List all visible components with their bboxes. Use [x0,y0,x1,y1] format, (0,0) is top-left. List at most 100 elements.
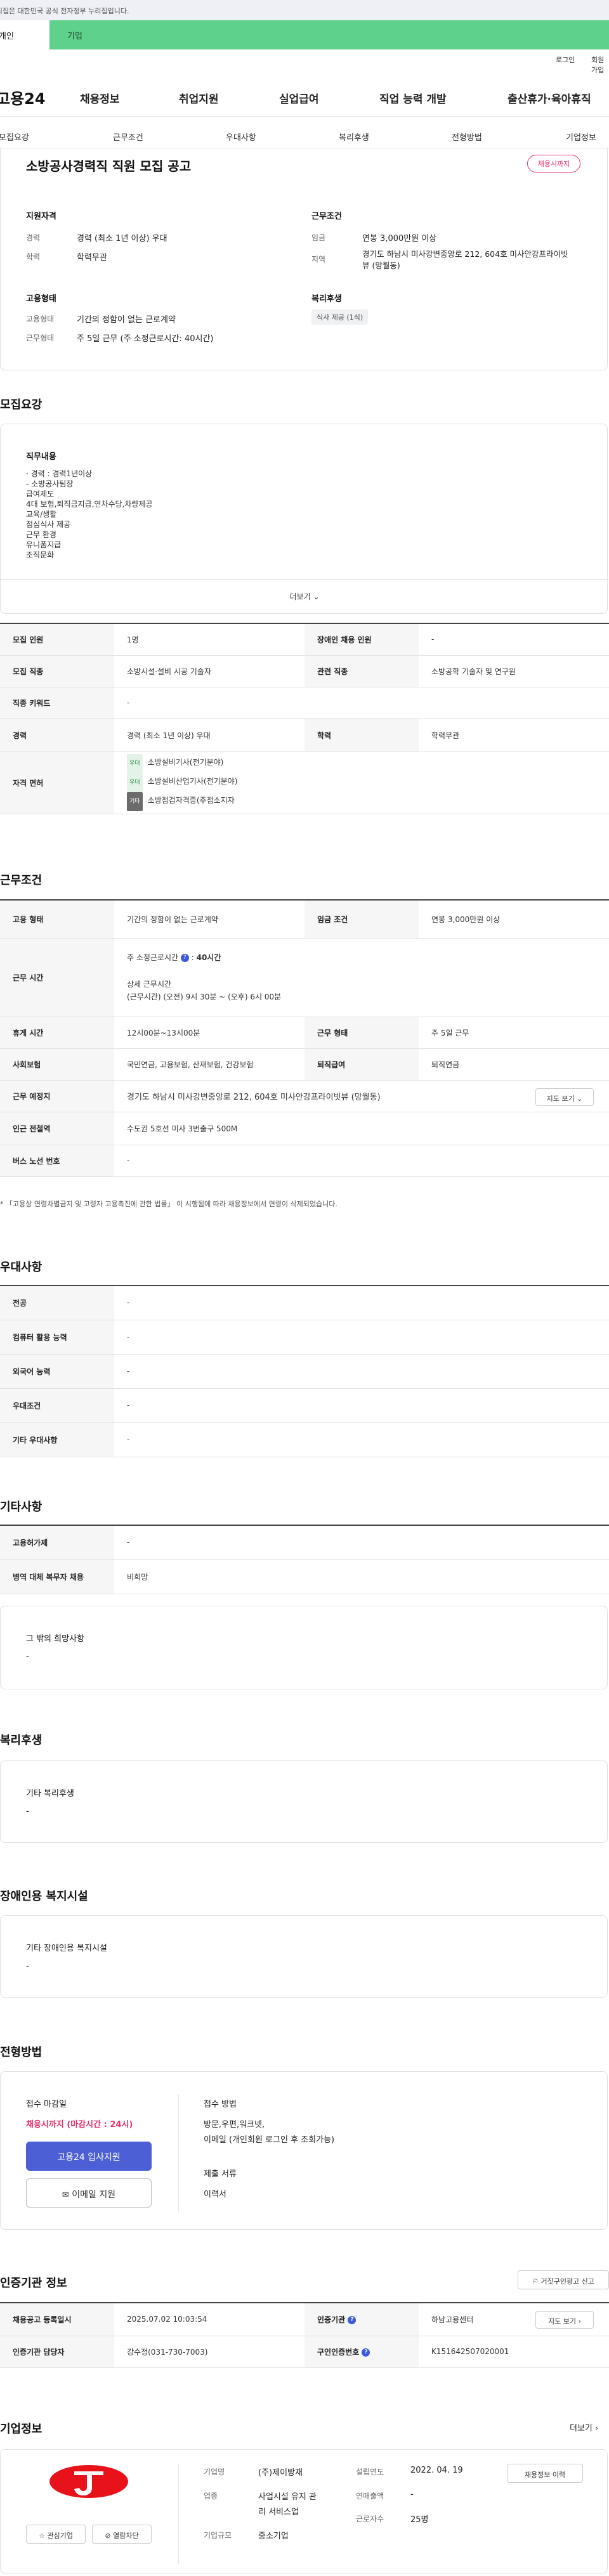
org-map-label: 지도 보기 [548,2317,577,2326]
welfare-title: 복리후생 [311,294,342,304]
company-emp-key: 근로자수 [356,2514,384,2523]
work-time-detail-title: 상세 근무시간 [127,980,172,989]
history-button[interactable]: 채용정보 이력 [507,2464,583,2483]
company-name-key: 기업명 [204,2468,225,2476]
divider [178,2095,179,2211]
more-button[interactable]: 더보기 ⌄ [1,579,608,615]
job-title: 소방공사경력직 직원 모집 공고 [26,159,192,174]
subnav-welfare[interactable]: 복리후생 [339,131,369,143]
no-key-label: 구인인증번호 [317,2347,360,2357]
wage-value: 연봉 3,000만원 이상 [362,234,437,244]
license-tag: 우대 [127,754,143,773]
subnav-selection[interactable]: 전형방법 [452,131,482,143]
company-card: ☆ 관심기업 ⊘ 열람차단 기업명 (주)제이방재 업종 사업시설 유지 관 리… [0,2449,608,2573]
duty-line: 근무 환경 [26,530,56,539]
divider [178,2464,179,2564]
star-icon: ☆ [39,2532,45,2540]
org-key-label: 인증기관 [317,2315,346,2324]
disability-title: 기타 장애인용 복지시설 [26,1944,107,1953]
emptype-key: 고용형태 [26,315,55,323]
work-time-cell: 주 소정근로시간 ? : 40시간 상세 근무시간 (근무시간) (오전) 9시… [114,938,609,1017]
work-time-hours: 40시간 [196,953,221,962]
table-value: 국민연금, 고용보험, 산재보험, 건강보험 [114,1048,304,1081]
docs-value: 이력서 [204,2190,226,2199]
block-company-button[interactable]: ⊘ 열람차단 [92,2525,152,2544]
help-icon[interactable]: ? [348,2315,357,2324]
pref-section-title: 우대사항 [0,1261,43,1274]
more-label: 더보기 [289,592,311,601]
chevron-right-icon: › [578,2317,581,2326]
duty-line: 유니폼지급 [26,540,62,549]
table-value: 강수정(031-730-7003) [114,2336,304,2368]
subnav-company[interactable]: 기업정보 [566,131,596,143]
table-value: 학력무관 [419,719,609,752]
mail-icon: ✉ [62,2190,69,2200]
join-link[interactable]: 회원가입 [591,55,609,75]
company-more-link[interactable]: 더보기 › [570,2421,598,2433]
company-biz-key: 업종 [204,2492,218,2501]
disability-section-title: 장애인용 복지시설 [0,1890,88,1903]
duty-list: · 경력 : 경력1년이상 - 소방공사팀장 급여제도 4대 보험,퇴직금지급,… [26,469,153,560]
gnb-item-leave[interactable]: 출산휴가·육아휴직 [508,90,591,106]
email-apply-button[interactable]: ✉ 이메일 지원 [26,2178,152,2208]
tab-individual[interactable]: 개인 [0,20,49,49]
table-key: 버스 노선 번호 [0,1145,114,1177]
company-est-value: 2022. 04. 19 [410,2466,463,2475]
emptype-value: 기간의 정함이 없는 근로계약 [77,315,176,325]
help-icon[interactable]: ? [362,2348,370,2357]
gnb-item-jobs[interactable]: 채용정보 [80,90,120,106]
conditions-table: 고용 형태 기간의 정함이 없는 근로계약 임금 조건 연봉 3,000만원 이상 근… [0,899,609,1177]
favorite-company-button[interactable]: ☆ 관심기업 [26,2525,86,2544]
table-key: 전공 [0,1285,114,1320]
deadline-value: 채용시까지 (마감시간 : 24시) [26,2120,133,2130]
gnb-item-training[interactable]: 직업 능력 개발 [379,90,447,106]
subnav-conditions[interactable]: 근무조건 [113,131,143,143]
table-key: 고용허가제 [0,1525,114,1560]
table-value: K151642507020001 [419,2336,609,2368]
site-logo[interactable]: 고용24 [0,86,46,108]
map-button[interactable]: 지도 보기 ⌄ [535,1088,594,1106]
table-value: 소방시설·설비 시공 기술자 [114,655,304,687]
table-value: - [114,1422,609,1457]
table-value: - [114,687,609,719]
emp-title: 고용형태 [26,294,56,304]
disability-card: 기타 장애인용 복지시설 - [0,1915,608,1998]
table-key: 외국어 능력 [0,1354,114,1389]
login-link[interactable]: 로그인 [556,55,575,65]
recruit-table: 모집 인원 1명 장애인 채용 인원 - 모집 직종 소방시설·설비 시공 기술자 관련 … [0,623,609,814]
license-item: 우대 소방설비산업기사(전기분야) [127,773,609,792]
gnb-item-unemployment[interactable]: 실업급여 [279,90,319,106]
report-button[interactable]: ⚐ 거짓구인광고 신고 [518,2270,609,2289]
table-key: 인증기관 담당자 [0,2336,114,2368]
table-key: 학력 [304,719,419,752]
apply-button[interactable]: 고용24 입사지원 [26,2142,152,2171]
license-item: 기타 소방점검자격증(주점소지자 [127,792,609,811]
table-value: 연봉 3,000만원 이상 [419,900,609,939]
tab-company-label: 기업 [67,32,82,41]
license-tag: 기타 [127,792,143,811]
gov-banner: 이 누리집은 대한민국 공식 전자정부 누리집입니다. [0,0,609,20]
subnav-preference[interactable]: 우대사항 [226,131,256,143]
help-icon[interactable]: ? [180,954,189,962]
other-wishes-title: 그 밖의 희망사항 [26,1634,84,1644]
work-time-main: 주 소정근로시간 ? : 40시간 [127,953,221,962]
table-key: 직종 키워드 [0,687,114,719]
subnav-recruit[interactable]: 모집요강 [0,131,29,143]
report-button-label: 거짓구인광고 신고 [540,2277,594,2286]
table-value: - [419,623,609,656]
table-key: 모집 인원 [0,623,114,656]
tab-company[interactable]: 기업 [49,20,609,49]
org-map-button[interactable]: 지도 보기 › [535,2311,594,2329]
conditions-section-title: 근무조건 [0,874,43,887]
place-cell: 경기도 하남시 미사강변중앙로 212, 604호 미사안강프라이빗뷰 (망월동… [114,1080,609,1112]
table-value: 주 5일 근무 [419,1017,609,1049]
license-cell: 우대 소방설비기사(전기분야) 우대 소방설비산업기사(전기분야) 기타 소방점검자격… [114,751,609,814]
company-emp-value: 25명 [410,2515,429,2525]
table-value: 12시00분~13시00분 [114,1017,304,1049]
table-key: 자격 면허 [0,751,114,814]
block-icon: ⊘ [105,2532,111,2540]
gnb-item-employment-support[interactable]: 취업지원 [179,90,219,106]
recruit-section-title: 모집요강 [0,398,43,412]
deadline-badge: 채용시까지 [527,155,580,172]
table-value: 수도권 5호선 미사 3번출구 500M [114,1112,609,1145]
